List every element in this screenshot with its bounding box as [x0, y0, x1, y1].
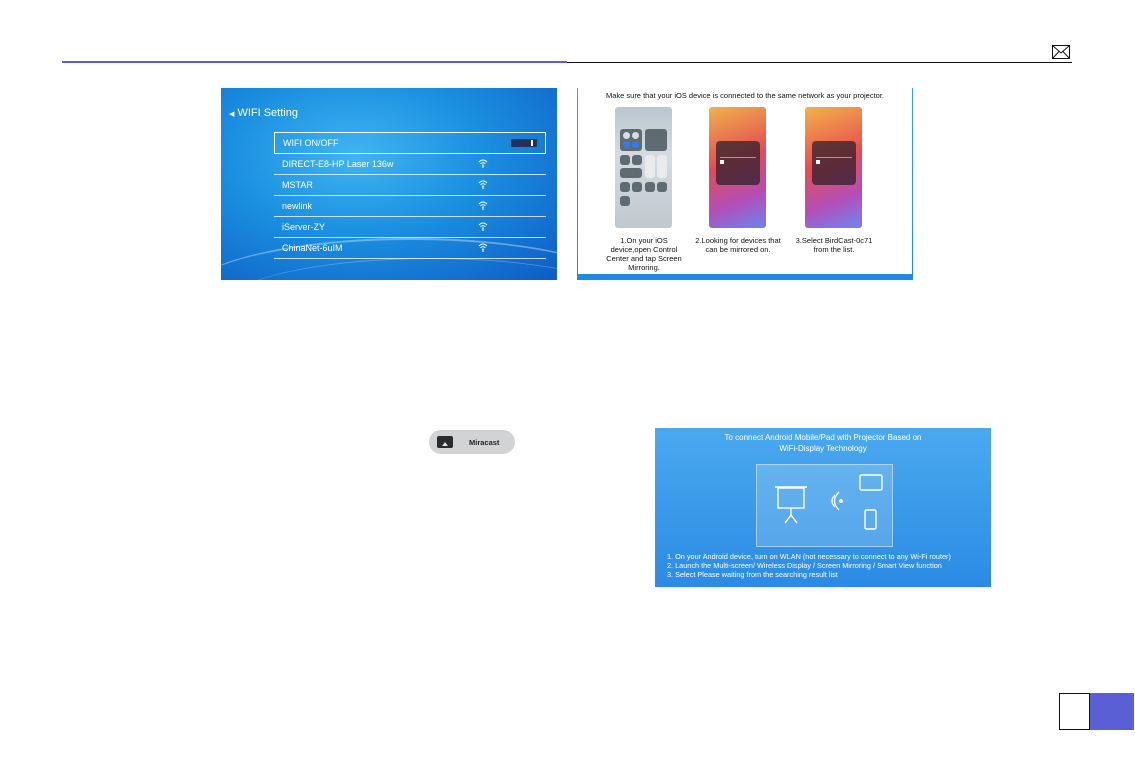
cast-screen-icon [437, 436, 453, 448]
wifi-setting-title: ◀ WIFI Setting [229, 107, 298, 119]
header-accent-line [62, 61, 567, 63]
select-device-screenshot [805, 107, 862, 228]
wifi-toggle-row[interactable]: WIFI ON/OFF [274, 132, 546, 154]
android-steps: 1. On your Android device, turn on WLAN … [667, 552, 951, 580]
ios-step-3: 3.Select BirdCast-0c71 from the list. [795, 236, 873, 254]
page-accent-box [1090, 693, 1134, 730]
wifi-signal-icon [478, 159, 488, 168]
wifi-setting-screenshot: ◀ WIFI Setting WIFI ON/OFF DIRECT-E8-HP … [221, 88, 557, 280]
ios-mirroring-screenshot: Make sure that your iOS device is connec… [577, 88, 913, 280]
wifi-network-name: MSTAR [282, 180, 313, 190]
wifi-signal-icon [478, 201, 488, 210]
wifi-signal-icon [478, 222, 488, 231]
tablet-icon [859, 474, 883, 491]
ios-step-1: 1.On your iOS device,open Control Center… [606, 236, 682, 272]
wifi-network-name: DIRECT-E8-HP Laser 136w [282, 159, 394, 169]
phone-icon [864, 509, 877, 530]
miracast-label: Miracast [469, 437, 500, 447]
android-mirroring-screenshot: To connect Android Mobile/Pad with Proje… [655, 428, 991, 587]
wifi-toggle-switch[interactable] [511, 139, 537, 147]
ios-heading: Make sure that your iOS device is connec… [605, 91, 885, 100]
page-number-box [1059, 693, 1090, 730]
wifi-network-name: iServer-ZY [282, 222, 326, 232]
wifi-network-name: ChinaNet-6uIM [282, 243, 343, 253]
ios-step-2: 2.Looking for devices that can be mirror… [695, 236, 781, 254]
wifi-network-item[interactable]: iServer-ZY [274, 217, 546, 238]
miracast-button[interactable]: Miracast [429, 430, 515, 454]
header-rule [567, 62, 1072, 63]
wifi-signal-icon [478, 243, 488, 252]
wifi-network-list: WIFI ON/OFF DIRECT-E8-HP Laser 136w MSTA… [274, 132, 546, 259]
wifi-network-item[interactable]: newlink [274, 196, 546, 217]
mail-icon[interactable] [1052, 45, 1070, 59]
screen-mirroring-list-screenshot [709, 107, 766, 228]
wifi-network-name: newlink [282, 201, 313, 211]
wifi-network-item[interactable]: ChinaNet-6uIM [274, 238, 546, 259]
wireless-signal-icon [831, 491, 843, 511]
android-step-3: 3. Select Please waiting from the search… [667, 570, 838, 580]
android-step-2: 2. Launch the Multi-screen/ Wireless Dis… [667, 561, 942, 571]
control-center-screenshot [615, 107, 672, 228]
projector-screen-icon [775, 486, 807, 524]
android-title: To connect Android Mobile/Pad with Proje… [724, 433, 922, 453]
back-arrow-icon[interactable]: ◀ [229, 111, 234, 118]
wifi-network-item[interactable]: DIRECT-E8-HP Laser 136w [274, 154, 546, 175]
wifi-signal-icon [478, 180, 488, 189]
android-illustration [756, 464, 893, 547]
wifi-network-item[interactable]: MSTAR [274, 175, 546, 196]
wifi-row-label: WIFI ON/OFF [283, 138, 339, 148]
android-step-1: 1. On your Android device, turn on WLAN … [667, 552, 951, 561]
